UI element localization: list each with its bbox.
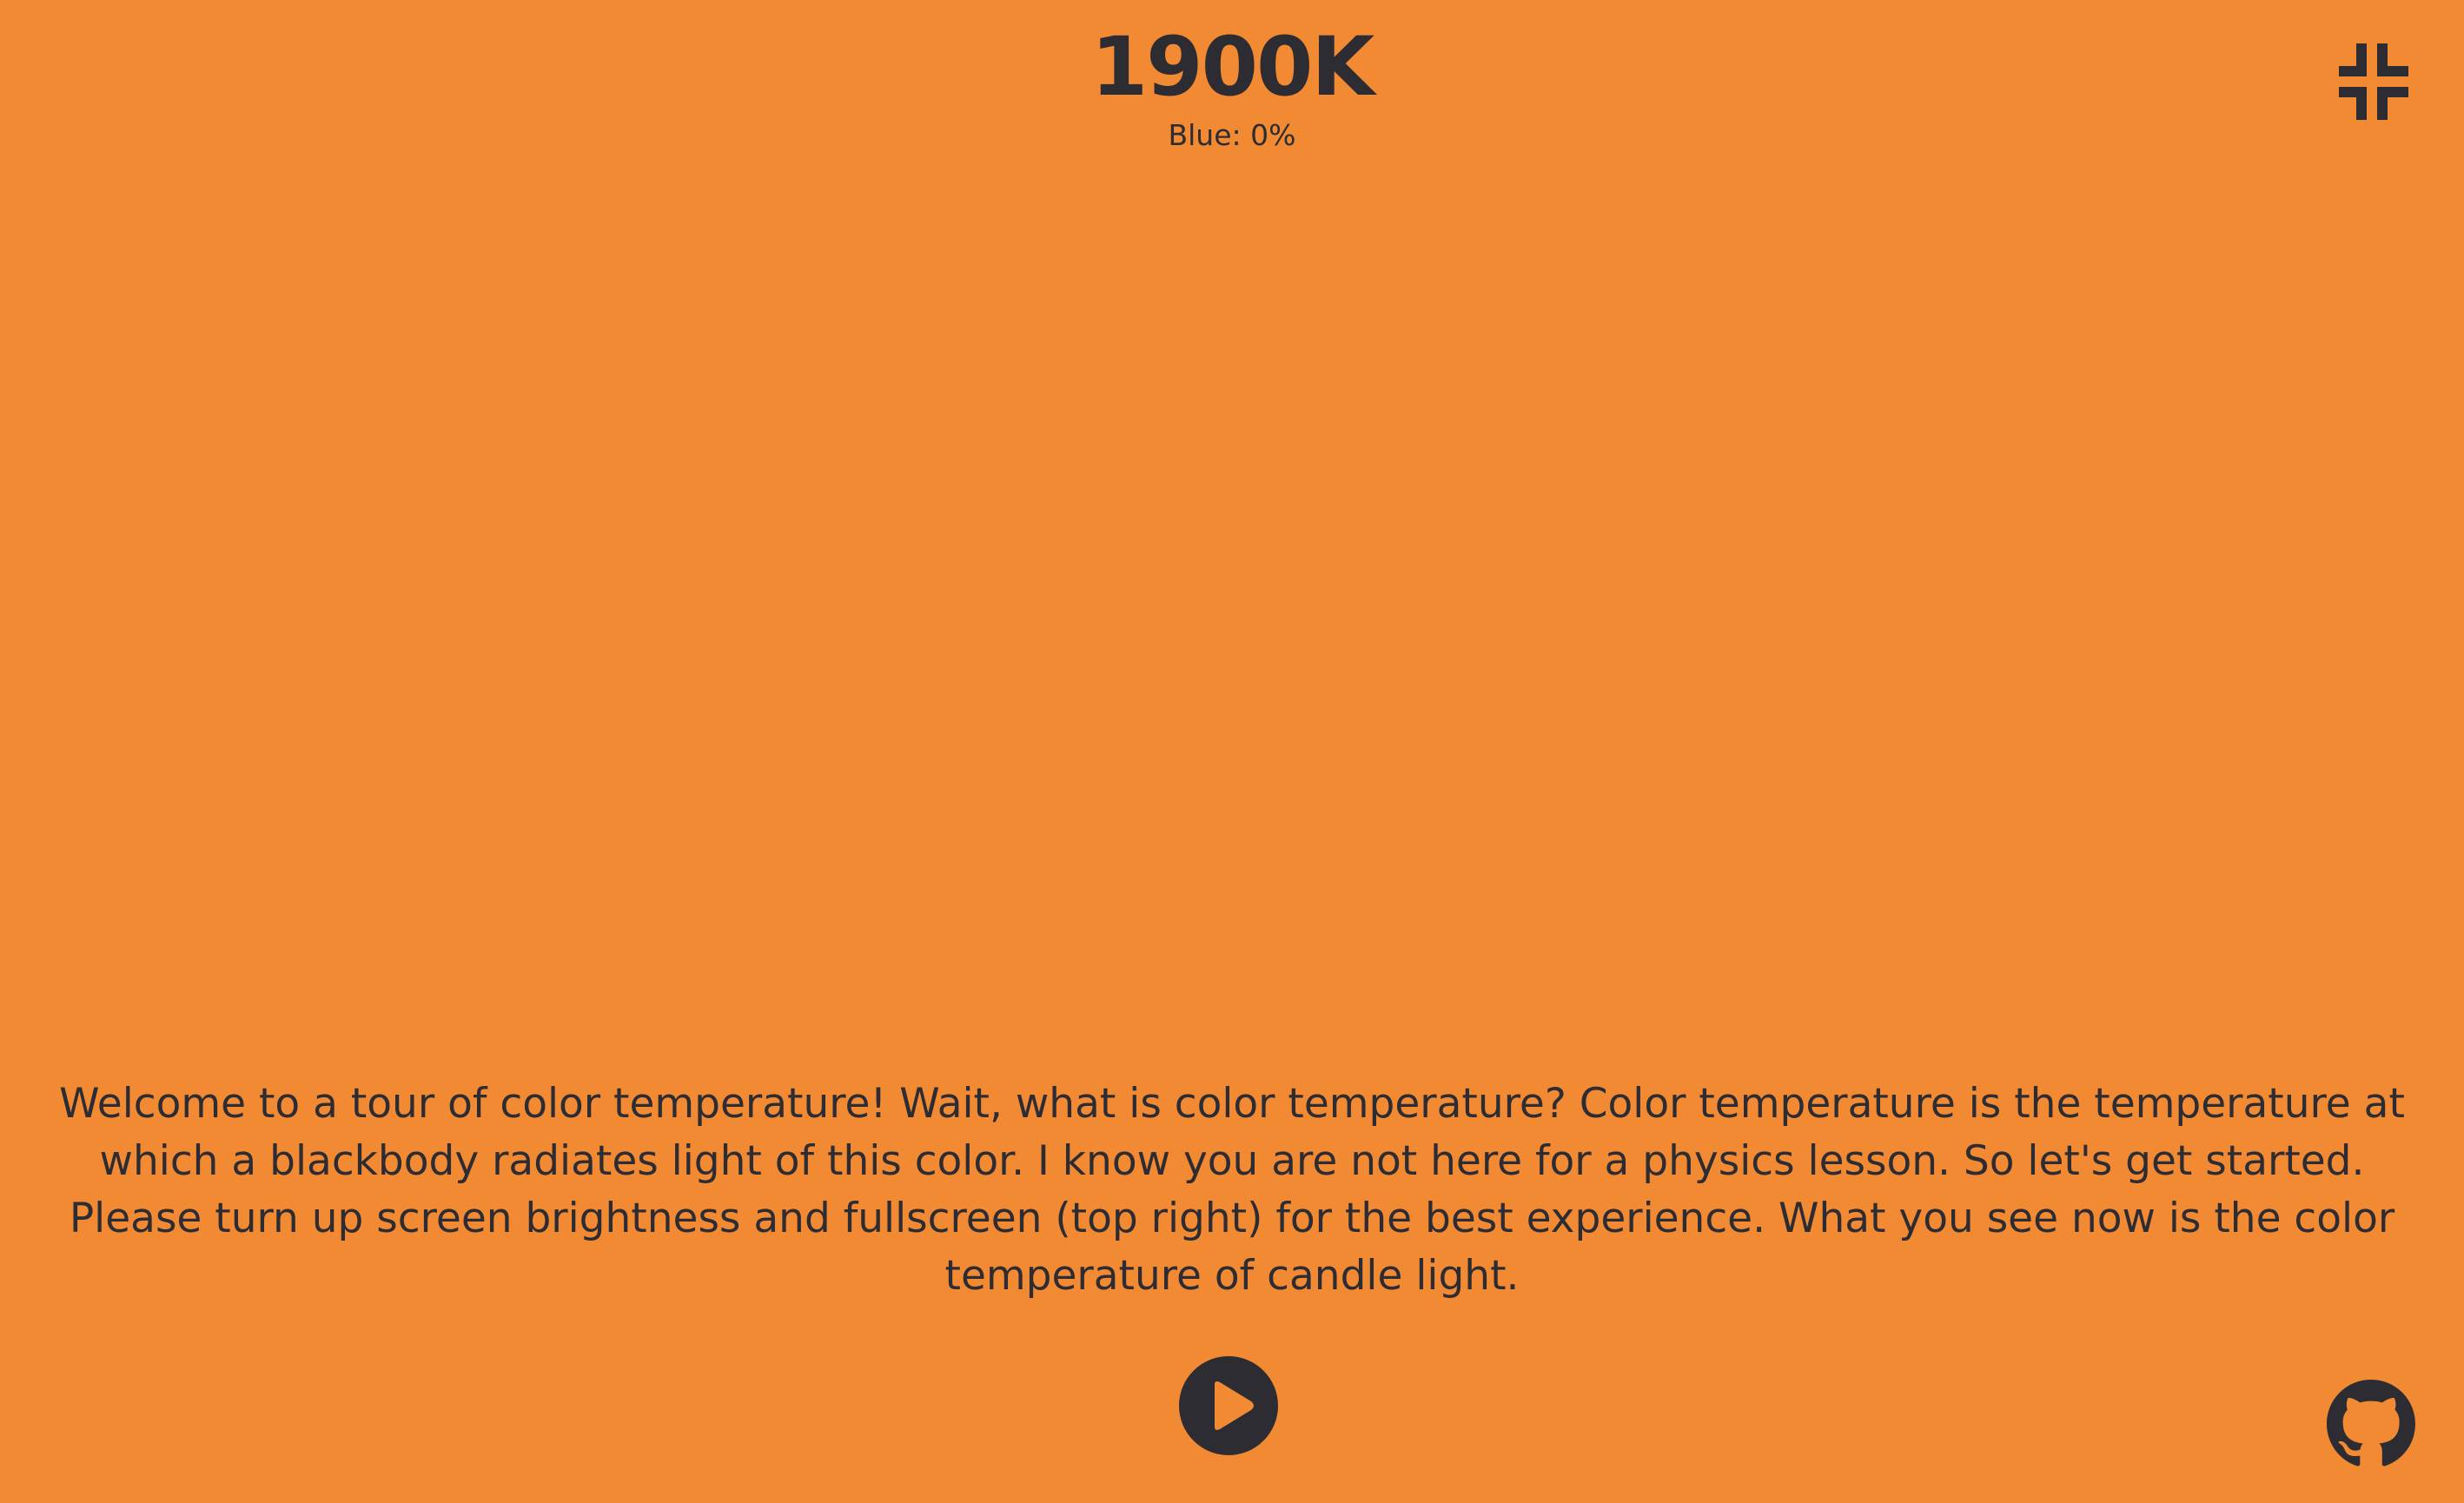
exit-fullscreen-icon (2339, 43, 2408, 120)
github-link[interactable] (2327, 1380, 2415, 1468)
tour-message: Welcome to a tour of color temperature! … (59, 1080, 2405, 1300)
color-temperature-page: 1900K Blue: 0% Welcome to a tour of colo… (0, 0, 2464, 1503)
exit-fullscreen-button[interactable] (2328, 38, 2415, 125)
play-button[interactable] (1178, 1355, 1279, 1456)
temperature-readout: 1900K (1090, 20, 1374, 115)
header: 1900K Blue: 0% (0, 19, 2464, 155)
github-icon (2327, 1380, 2415, 1467)
play-icon (1179, 1356, 1278, 1455)
blue-level-readout: Blue: 0% (1168, 118, 1296, 152)
